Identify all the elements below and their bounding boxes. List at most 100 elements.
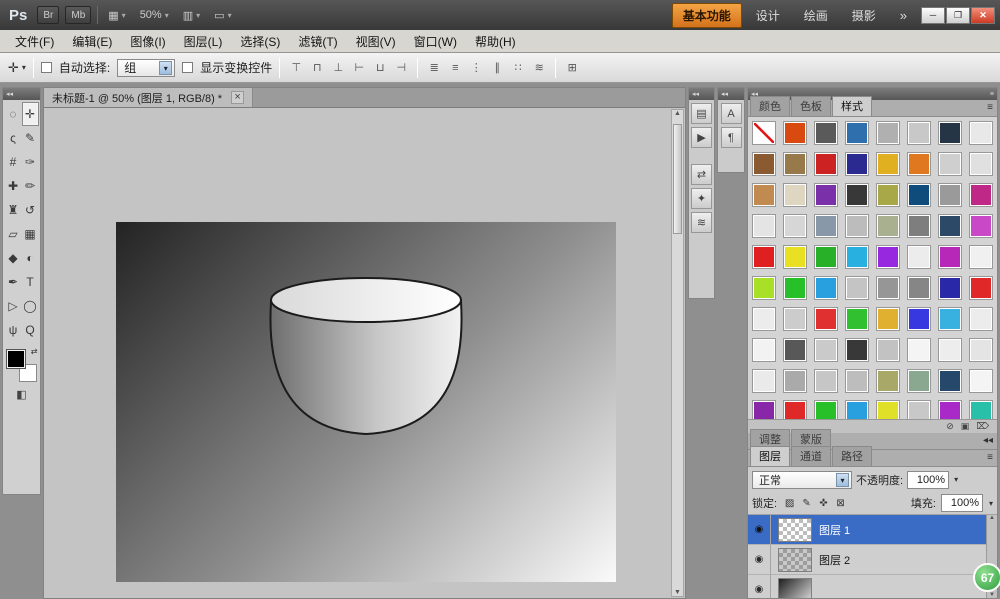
style-swatch-12[interactable] xyxy=(876,152,900,176)
tool-preset-picker[interactable]: ✛ ▾ xyxy=(8,60,26,76)
dodge-tool[interactable]: ◐ xyxy=(22,246,39,270)
foreground-color-swatch[interactable] xyxy=(7,350,25,368)
style-swatch-26[interactable] xyxy=(814,214,838,238)
style-swatch-73[interactable] xyxy=(783,400,807,419)
arrange-documents-dropdown[interactable]: ▥ ▾ xyxy=(179,6,204,24)
layer-row-3[interactable]: ◉ xyxy=(748,575,997,598)
lock-transparent-pixels-icon[interactable]: ▨ xyxy=(782,496,797,511)
style-swatch-51[interactable] xyxy=(845,307,869,331)
distribute-right-edges-icon[interactable]: ≋ xyxy=(530,59,548,77)
style-swatch-57[interactable] xyxy=(783,338,807,362)
marquee-tool[interactable]: ◌ xyxy=(5,102,22,126)
style-swatch-17[interactable] xyxy=(783,183,807,207)
style-swatch-72[interactable] xyxy=(752,400,776,419)
visibility-eye-icon[interactable]: ◉ xyxy=(748,515,771,544)
style-swatch-67[interactable] xyxy=(845,369,869,393)
align-bottom-edges-icon[interactable]: ⊥ xyxy=(329,59,347,77)
layers-panel-menu-icon[interactable]: ≡ xyxy=(987,452,993,463)
swap-colors-icon[interactable]: ⇄ xyxy=(31,347,38,356)
style-swatch-62[interactable] xyxy=(938,338,962,362)
style-swatch-30[interactable] xyxy=(938,214,962,238)
styles-panel-menu-icon[interactable]: ≡ xyxy=(987,102,993,113)
restore-button[interactable]: ❐ xyxy=(946,7,970,24)
quick-selection-tool[interactable]: ✎ xyxy=(22,126,39,150)
distribute-top-edges-icon[interactable]: ≣ xyxy=(425,59,443,77)
menu-item-5[interactable]: 滤镜(T) xyxy=(289,30,346,53)
style-swatch-71[interactable] xyxy=(969,369,993,393)
style-swatch-47[interactable] xyxy=(969,276,993,300)
style-swatch-64[interactable] xyxy=(752,369,776,393)
style-swatch-39[interactable] xyxy=(969,245,993,269)
style-swatch-28[interactable] xyxy=(876,214,900,238)
close-icon[interactable]: × xyxy=(231,91,244,104)
fill-slider-icon[interactable]: ▾ xyxy=(988,499,993,508)
collapse-chevrons-icon[interactable]: ◂◂ xyxy=(721,90,728,98)
style-swatch-60[interactable] xyxy=(876,338,900,362)
menu-item-3[interactable]: 图层(L) xyxy=(175,30,232,53)
style-swatch-43[interactable] xyxy=(845,276,869,300)
tab-layers-group-0[interactable]: 图层 xyxy=(750,446,790,466)
menu-item-0[interactable]: 文件(F) xyxy=(6,30,63,53)
scroll-down-icon[interactable]: ▼ xyxy=(989,592,995,598)
style-swatch-0[interactable] xyxy=(752,121,776,145)
style-swatch-79[interactable] xyxy=(969,400,993,419)
layer-thumbnail[interactable] xyxy=(778,548,812,572)
style-swatch-22[interactable] xyxy=(938,183,962,207)
auto-select-checkbox[interactable] xyxy=(41,62,52,73)
canvas-image[interactable] xyxy=(116,222,616,582)
style-swatch-24[interactable] xyxy=(752,214,776,238)
fill-input[interactable]: 100% xyxy=(941,494,983,512)
style-swatch-36[interactable] xyxy=(876,245,900,269)
style-swatch-75[interactable] xyxy=(845,400,869,419)
style-swatch-13[interactable] xyxy=(907,152,931,176)
style-swatch-5[interactable] xyxy=(907,121,931,145)
menu-item-8[interactable]: 帮助(H) xyxy=(466,30,525,53)
paragraph-panel-icon[interactable]: ¶ xyxy=(721,127,742,148)
healing-brush-tool[interactable]: ✚ xyxy=(5,174,22,198)
distribute-left-edges-icon[interactable]: ∥ xyxy=(488,59,506,77)
scroll-up-icon[interactable]: ▲ xyxy=(674,110,681,117)
scrollbar-thumb[interactable] xyxy=(673,124,682,234)
workspace-button-1[interactable]: 设计 xyxy=(746,4,790,27)
lock-all-icon[interactable]: ⊠ xyxy=(833,496,848,511)
minimize-button[interactable]: ─ xyxy=(921,7,945,24)
style-swatch-35[interactable] xyxy=(845,245,869,269)
actions-panel-icon[interactable]: ▶ xyxy=(691,127,712,148)
style-swatch-9[interactable] xyxy=(783,152,807,176)
style-swatch-53[interactable] xyxy=(907,307,931,331)
style-swatch-56[interactable] xyxy=(752,338,776,362)
style-swatch-42[interactable] xyxy=(814,276,838,300)
show-transform-checkbox[interactable] xyxy=(182,62,193,73)
style-swatch-6[interactable] xyxy=(938,121,962,145)
menu-item-1[interactable]: 编辑(E) xyxy=(63,30,121,53)
collapse-chevrons-icon[interactable]: ◂◂ xyxy=(692,90,699,98)
style-swatch-59[interactable] xyxy=(845,338,869,362)
align-left-edges-icon[interactable]: ⊢ xyxy=(350,59,368,77)
workspace-button-0[interactable]: 基本功能 xyxy=(672,3,742,28)
style-swatch-41[interactable] xyxy=(783,276,807,300)
align-right-edges-icon[interactable]: ⊣ xyxy=(392,59,410,77)
style-swatch-19[interactable] xyxy=(845,183,869,207)
style-swatch-68[interactable] xyxy=(876,369,900,393)
style-swatch-16[interactable] xyxy=(752,183,776,207)
brush-tool[interactable]: ✏ xyxy=(22,174,39,198)
crop-tool[interactable]: # xyxy=(5,150,22,174)
blur-tool[interactable]: ◆ xyxy=(5,246,22,270)
align-horizontal-centers-icon[interactable]: ⊔ xyxy=(371,59,389,77)
path-selection-tool[interactable]: ▷ xyxy=(5,294,22,318)
lock-position-icon[interactable]: ✜ xyxy=(816,496,831,511)
scroll-up-icon[interactable]: ▲ xyxy=(989,515,995,521)
visibility-eye-icon[interactable]: ◉ xyxy=(748,545,771,574)
document-vertical-scrollbar[interactable]: ▲ ▼ xyxy=(671,109,684,597)
clone-source-panel-icon[interactable]: ≋ xyxy=(691,212,712,233)
bridge-button[interactable]: Br xyxy=(37,6,59,24)
style-swatch-25[interactable] xyxy=(783,214,807,238)
style-swatch-38[interactable] xyxy=(938,245,962,269)
style-swatch-23[interactable] xyxy=(969,183,993,207)
menu-item-2[interactable]: 图像(I) xyxy=(121,30,174,53)
gradient-tool[interactable]: ▦ xyxy=(22,222,39,246)
shape-tool[interactable]: ◯ xyxy=(22,294,39,318)
style-swatch-14[interactable] xyxy=(938,152,962,176)
move-tool[interactable]: ✛ xyxy=(22,102,39,126)
style-swatch-69[interactable] xyxy=(907,369,931,393)
